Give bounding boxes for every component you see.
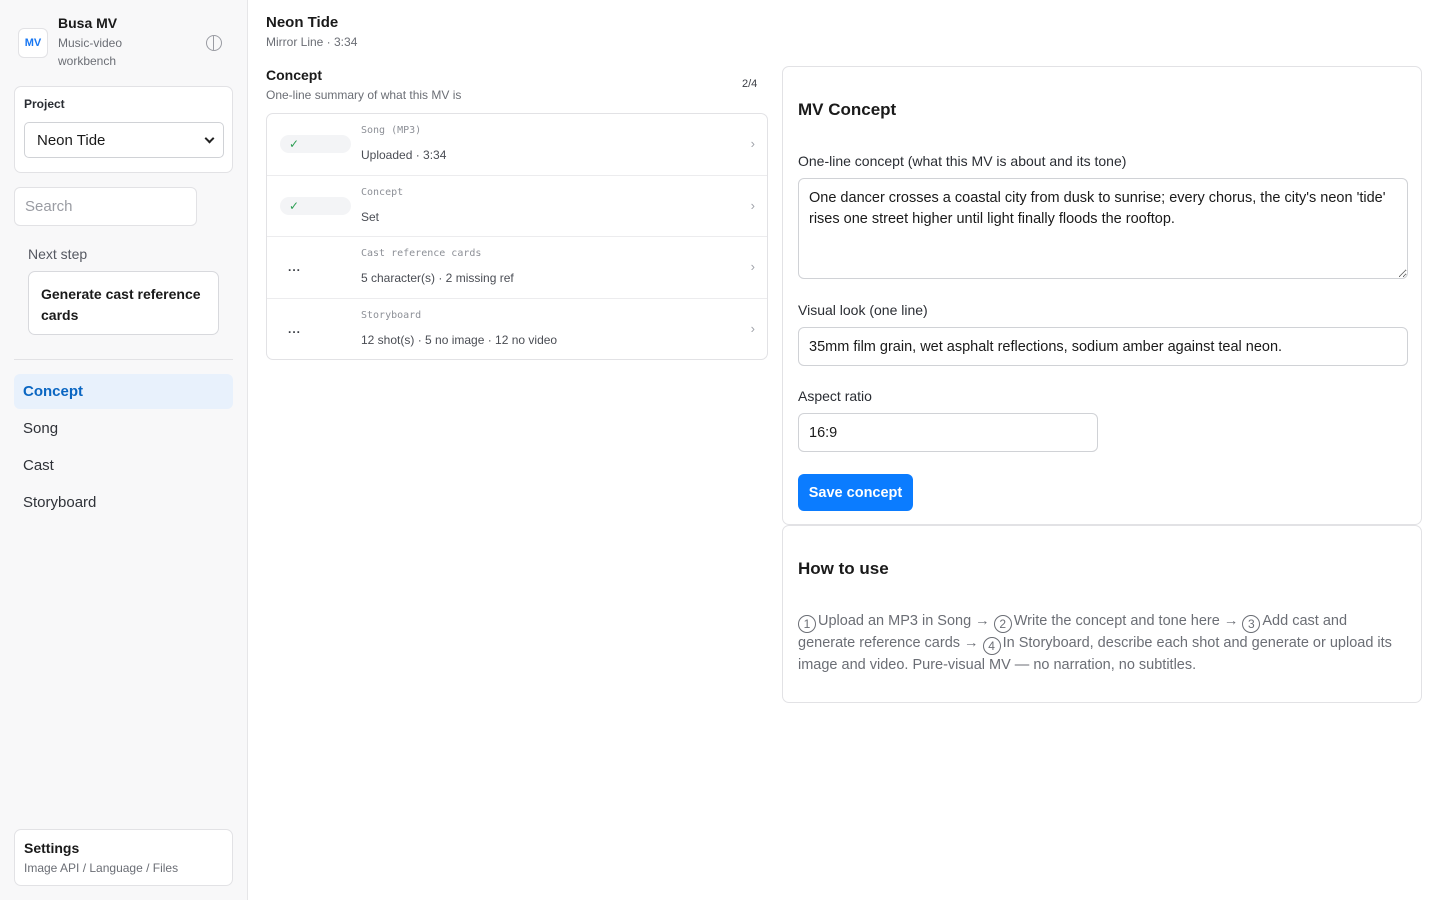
concept-field-label: One-line concept (what this MV is about … (798, 153, 1127, 169)
theme-toggle-icon[interactable] (206, 35, 222, 51)
project-select-value: Neon Tide (37, 131, 106, 149)
step-status: 5 character(s) · 2 missing ref (361, 271, 514, 285)
howto-text: 1 Upload an MP3 in Song → 2 Write the conc… (798, 611, 1408, 676)
sidebar-item-cast[interactable]: Cast (14, 448, 233, 483)
step-cast[interactable]: ... Cast reference cards 5 character(s) … (267, 237, 767, 299)
sidebar-item-concept[interactable]: Concept (14, 374, 233, 409)
pending-icon: ... (288, 321, 302, 336)
brand: MV Busa MV Music-video workbench (18, 14, 232, 70)
step-name: Storyboard (361, 309, 422, 321)
concept-textarea[interactable]: One dancer crosses a coastal city from d… (798, 178, 1408, 279)
brand-name: Busa MV (58, 15, 118, 31)
step-name: Concept (361, 186, 404, 198)
sidebar-nav: Concept Song Cast Storyboard (14, 374, 233, 522)
page-title: Neon Tide (266, 14, 339, 31)
concept-panel: MV Concept One-line concept (what this M… (782, 66, 1422, 525)
chevron-right-icon: › (750, 197, 755, 213)
section-subtitle: One-line summary of what this MV is (266, 88, 462, 102)
step-concept[interactable]: ✓ Concept Set › (267, 176, 767, 237)
step-storyboard[interactable]: ... Storyboard 12 shot(s) · 5 no image ·… (267, 299, 767, 360)
aspect-ratio-input[interactable] (798, 413, 1098, 452)
chevron-down-icon (204, 133, 215, 143)
section-title: Concept (266, 67, 322, 83)
step-number-1: 1 (798, 615, 816, 633)
step-number-4: 4 (982, 637, 1001, 655)
page-subtitle: Mirror Line · 3:34 (266, 35, 358, 49)
sidebar-divider (14, 359, 233, 360)
check-icon: ✓ (280, 196, 351, 215)
sidebar: MV Busa MV Music-video workbench Project… (0, 0, 248, 900)
visual-look-input[interactable] (798, 327, 1408, 366)
brand-logo: MV (18, 28, 48, 58)
sidebar-item-song[interactable]: Song (14, 411, 233, 446)
howto-panel: How to use 1 Upload an MP3 in Song → 2 Wri… (782, 525, 1422, 703)
brand-subtitle: Music-video workbench (58, 36, 123, 68)
search-input[interactable] (14, 187, 197, 226)
next-step-button[interactable]: Generate cast reference cards (28, 271, 219, 335)
step-status: Set (361, 209, 380, 224)
project-card: Project Neon Tide (14, 86, 233, 173)
step-number-2: 2 (993, 615, 1012, 633)
next-step-label: Next step (28, 246, 88, 262)
howto-step-1: Upload an MP3 in Song → (818, 613, 990, 629)
settings-button[interactable]: Settings Image API / Language / Files (14, 829, 233, 886)
step-status: 12 shot(s) · 5 no image · 12 no video (361, 332, 558, 347)
project-select[interactable]: Neon Tide (24, 122, 224, 158)
concept-panel-title: MV Concept (798, 100, 897, 119)
workflow-steps: ✓ Song (MP3) Uploaded · 3:34 › ✓ Concept… (266, 113, 768, 360)
sidebar-item-storyboard[interactable]: Storyboard (14, 485, 233, 520)
chevron-right-icon: › (750, 320, 755, 336)
howto-step-2: Write the concept and tone here → (1013, 613, 1239, 629)
look-field-label: Visual look (one line) (798, 302, 928, 318)
step-name: Song (MP3) (361, 125, 422, 136)
chevron-right-icon: › (750, 136, 755, 151)
step-number-3: 3 (1242, 615, 1261, 633)
settings-title: Settings (24, 840, 80, 856)
progress-count: 2/4 (742, 78, 758, 90)
step-status: Uploaded · 3:34 (361, 148, 447, 162)
settings-subtitle: Image API / Language / Files (24, 861, 179, 875)
pending-icon: ... (288, 260, 302, 274)
project-label: Project (24, 97, 65, 111)
chevron-right-icon: › (750, 259, 755, 274)
save-concept-button[interactable]: Save concept (798, 474, 913, 511)
check-icon: ✓ (280, 135, 351, 153)
aspect-field-label: Aspect ratio (798, 388, 872, 404)
step-song[interactable]: ✓ Song (MP3) Uploaded · 3:34 › (267, 114, 767, 176)
step-name: Cast reference cards (361, 248, 482, 259)
howto-title: How to use (798, 559, 889, 578)
